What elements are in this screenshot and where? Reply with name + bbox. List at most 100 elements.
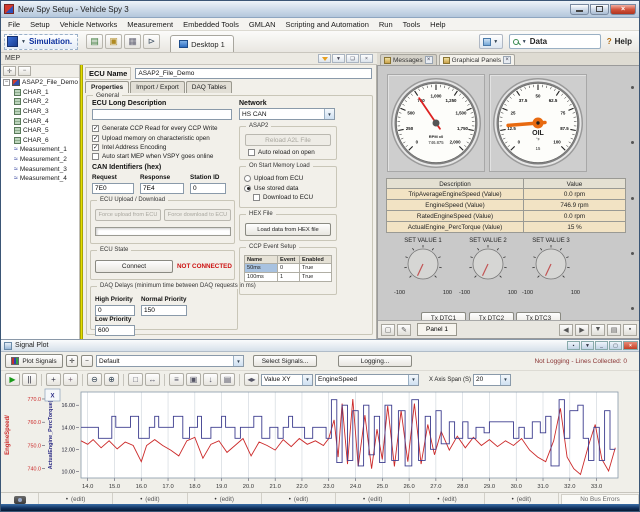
sp-dropdown-button[interactable]: ▼ bbox=[581, 341, 594, 350]
knob-set-value-3[interactable]: SET VALUE 3-100100 bbox=[518, 238, 584, 296]
maximize-button[interactable] bbox=[590, 4, 609, 15]
zoom-in-button[interactable]: ⊕ bbox=[104, 373, 119, 386]
filter-button[interactable] bbox=[318, 54, 331, 63]
menu-item-tools[interactable]: Tools bbox=[398, 20, 426, 29]
close-button[interactable]: × bbox=[610, 4, 636, 15]
page-arrows-button[interactable]: ◂▸ bbox=[244, 373, 259, 386]
panels-grid-button[interactable]: ▦ bbox=[124, 34, 141, 49]
sp-pin-button[interactable]: ▪ bbox=[567, 341, 580, 350]
tab-desktop-1[interactable]: Desktop 1 bbox=[170, 35, 234, 52]
response-input[interactable]: 7E4 bbox=[140, 183, 184, 194]
x-span-select[interactable]: 20▼ bbox=[473, 374, 511, 386]
knob-set-value-2[interactable]: SET VALUE 2-100100 bbox=[455, 238, 521, 296]
simulation-mode-button[interactable]: ▼ Simulation. bbox=[4, 34, 78, 50]
low-priority-input[interactable]: 600 bbox=[95, 325, 135, 336]
logging-button[interactable]: Logging... bbox=[338, 355, 412, 367]
tree-item-measurement-4[interactable]: ≈Measurement_4 bbox=[1, 174, 79, 184]
pause-button[interactable]: || bbox=[22, 373, 37, 386]
close-panel-button[interactable]: × bbox=[360, 54, 373, 63]
auto-reload-checkbox[interactable]: Auto reload on open bbox=[248, 148, 315, 157]
properties-button[interactable]: ≡ bbox=[169, 373, 184, 386]
tree-item-char-1[interactable]: CHAR_1 bbox=[1, 88, 79, 98]
menu-item-help[interactable]: Help bbox=[425, 20, 450, 29]
tree-expand-button[interactable]: ✛ bbox=[3, 66, 16, 76]
close-tab-icon[interactable]: × bbox=[425, 56, 433, 64]
data-search-box[interactable]: ▼ Data bbox=[509, 34, 601, 49]
prev-panel-button[interactable]: ◀ bbox=[559, 324, 573, 336]
next-panel-button[interactable]: ▶ bbox=[575, 324, 589, 336]
checkbox-upload-memory-on-characteristi[interactable]: ✓Upload memory on characteristic open bbox=[92, 133, 237, 142]
value-mode-select[interactable]: Value XY▼ bbox=[261, 374, 313, 386]
network-select[interactable]: HS CAN ▼ bbox=[239, 108, 335, 120]
connect-button[interactable]: Connect bbox=[95, 260, 173, 273]
filter-dropdown-button[interactable]: ▼ bbox=[332, 54, 345, 63]
option-use-stored-data[interactable]: Use stored data bbox=[244, 183, 313, 192]
menu-item-gmlan[interactable]: GMLAN bbox=[244, 20, 281, 29]
messages-view-button[interactable]: ▤ bbox=[86, 34, 103, 49]
tree-item-char-5[interactable]: CHAR_5 bbox=[1, 126, 79, 136]
menu-item-setup[interactable]: Setup bbox=[25, 20, 55, 29]
menu-item-measurement[interactable]: Measurement bbox=[122, 20, 178, 29]
long-desc-input[interactable] bbox=[92, 109, 232, 120]
remove-preset-button[interactable]: − bbox=[81, 355, 93, 367]
tree-item-char-3[interactable]: CHAR_3 bbox=[1, 107, 79, 117]
select-region-button[interactable]: □ bbox=[128, 373, 143, 386]
sp-minimize-button[interactable]: _ bbox=[595, 341, 608, 350]
menu-item-scripting-and-automation[interactable]: Scripting and Automation bbox=[281, 20, 374, 29]
print-panel-button[interactable]: ▤ bbox=[607, 324, 621, 336]
normal-priority-input[interactable]: 150 bbox=[141, 305, 187, 316]
minimize-button[interactable] bbox=[570, 4, 589, 15]
tree-item-measurement-3[interactable]: ≈Measurement_3 bbox=[1, 164, 79, 174]
signal-select[interactable]: EngineSpeed▼ bbox=[315, 374, 419, 386]
request-input[interactable]: 7E0 bbox=[92, 183, 134, 194]
tab-panel-1[interactable]: Panel 1 bbox=[417, 323, 457, 336]
tab-graphical-panels[interactable]: Graphical Panels× bbox=[439, 54, 516, 65]
tree-collapse-button[interactable]: − bbox=[18, 66, 31, 76]
tree-item-char-4[interactable]: CHAR_4 bbox=[1, 116, 79, 126]
plot-signals-button[interactable]: Plot Signals bbox=[5, 354, 63, 368]
force-upload-button[interactable]: Force upload from ECU bbox=[95, 209, 161, 221]
station-id-input[interactable]: 0 bbox=[190, 183, 226, 194]
fit-x-button[interactable]: ↔ bbox=[145, 373, 160, 386]
load-hex-button[interactable]: Load data from HEX file bbox=[245, 223, 331, 236]
help-button[interactable]: ? Help bbox=[607, 37, 632, 46]
panel-edit-button[interactable]: ✎ bbox=[397, 324, 411, 336]
sp-maximize-button[interactable]: ▢ bbox=[609, 341, 622, 350]
ccp-row-100ms[interactable]: 100ms1True bbox=[244, 273, 332, 282]
tab-messages[interactable]: Messages× bbox=[380, 54, 437, 65]
select-signals-button[interactable]: Select Signals... bbox=[253, 355, 317, 367]
option-download-to-ecu[interactable]: Download to ECU bbox=[244, 193, 313, 202]
reload-a2l-button[interactable]: Reload A2L File bbox=[245, 134, 331, 146]
ccp-row-50ms[interactable]: 50ms0True bbox=[244, 264, 332, 273]
checkbox-auto-start-mep-when-vspy-goes-[interactable]: Auto start MEP when VSPY goes online bbox=[92, 152, 237, 161]
tree-item-char-6[interactable]: CHAR_6 bbox=[1, 136, 79, 146]
play-button[interactable]: ▶ bbox=[5, 373, 20, 386]
ecu-name-input[interactable]: ASAP2_File_Demo bbox=[135, 68, 372, 79]
preset-select[interactable]: Default ▼ bbox=[96, 355, 244, 367]
sp-close-button[interactable]: × bbox=[623, 341, 638, 350]
menu-item-vehicle-networks[interactable]: Vehicle Networks bbox=[55, 20, 123, 29]
save-button[interactable]: ↓ bbox=[203, 373, 218, 386]
force-download-button[interactable]: Force download to ECU bbox=[164, 209, 231, 221]
menu-item-file[interactable]: File bbox=[3, 20, 25, 29]
checkbox-intel-address-encoding[interactable]: ✓Intel Address Encoding bbox=[92, 143, 237, 152]
knob-set-value-1[interactable]: SET VALUE 1-100100 bbox=[390, 238, 456, 296]
cursor-crosshair-button[interactable]: + bbox=[46, 373, 61, 386]
menu-item-run[interactable]: Run bbox=[374, 20, 398, 29]
option-upload-from-ecu[interactable]: Upload from ECU bbox=[244, 174, 313, 183]
float-panel-button[interactable]: ❏ bbox=[346, 54, 359, 63]
plot-area[interactable]: 14.015.016.017.018.019.020.021.022.023.0… bbox=[1, 388, 640, 492]
print-button[interactable]: ▤ bbox=[220, 373, 235, 386]
function-blocks-button[interactable]: ▣ bbox=[105, 34, 122, 49]
tree-item-char-2[interactable]: CHAR_2 bbox=[1, 97, 79, 107]
lock-panel-button[interactable]: ▪ bbox=[623, 324, 637, 336]
close-tab-icon[interactable]: × bbox=[503, 56, 511, 64]
logon-button[interactable]: ⊳ bbox=[143, 34, 160, 49]
panels-dropdown-button[interactable]: ▼ bbox=[479, 34, 503, 49]
tab-daq-tables[interactable]: DAQ Tables bbox=[186, 81, 233, 93]
tab-import-export[interactable]: Import / Export bbox=[130, 81, 185, 93]
panel-list-button[interactable]: ▢ bbox=[381, 324, 395, 336]
add-preset-button[interactable]: ✛ bbox=[66, 355, 78, 367]
save-panel-button[interactable]: ▼ bbox=[591, 324, 605, 336]
copy-button[interactable]: ▣ bbox=[186, 373, 201, 386]
